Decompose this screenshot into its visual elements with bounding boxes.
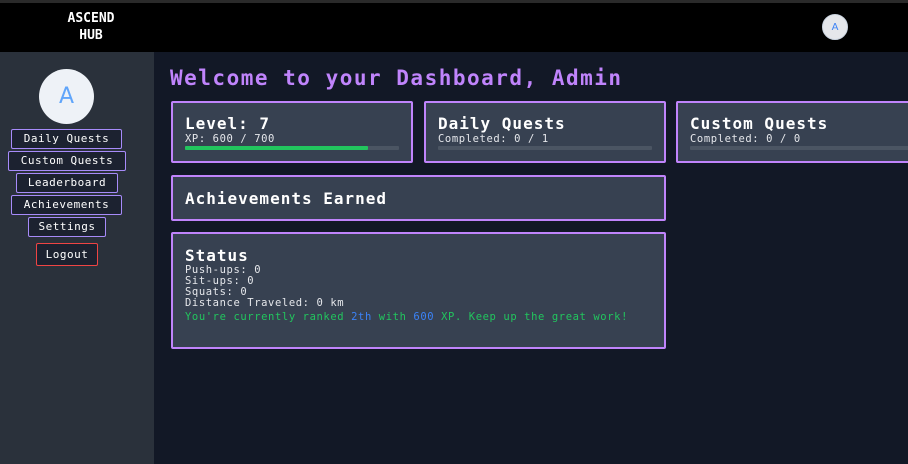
sidebar-item-daily-quests[interactable]: Daily Quests — [11, 129, 122, 149]
daily-quests-card: Daily Quests Completed: 0 / 1 — [424, 101, 666, 163]
rank-value: 2th — [351, 311, 372, 323]
custom-quests-title: Custom Quests — [690, 114, 829, 133]
daily-quests-progress-bar — [438, 146, 652, 150]
sidebar-avatar[interactable]: A — [39, 69, 94, 124]
status-card: Status Push-ups: 0 Sit-ups: 0 Squats: 0 … — [171, 232, 666, 349]
custom-quests-card: Custom Quests Completed: 0 / 0 — [676, 101, 908, 163]
logo-line-2: HUB — [79, 28, 103, 43]
custom-quests-progress-bar — [690, 146, 908, 150]
status-title: Status — [185, 246, 249, 265]
daily-quests-completed: Completed: 0 / 1 — [438, 133, 549, 145]
xp-progress-fill — [185, 146, 369, 150]
sidebar-item-custom-quests[interactable]: Custom Quests — [8, 151, 126, 171]
rank-message: You're currently ranked 2th with 600 XP.… — [185, 312, 655, 323]
level-card: Level: 7 XP: 600 / 700 — [171, 101, 413, 163]
app-logo[interactable]: ASCEND HUB — [58, 12, 124, 43]
logout-button[interactable]: Logout — [36, 243, 98, 266]
rank-suffix: XP. Keep up the great work! — [434, 311, 628, 323]
sidebar-item-leaderboard[interactable]: Leaderboard — [16, 173, 118, 193]
rank-xp-value: 600 — [413, 311, 435, 323]
logo-line-1: ASCEND — [67, 11, 115, 26]
status-stats: Push-ups: 0 Sit-ups: 0 Squats: 0 Distanc… — [185, 265, 344, 309]
xp-text: XP: 600 / 700 — [185, 133, 275, 145]
xp-progress-bar — [185, 146, 399, 150]
custom-quests-completed: Completed: 0 / 0 — [690, 133, 801, 145]
sidebar-item-settings[interactable]: Settings — [28, 217, 106, 237]
level-title: Level: 7 — [185, 114, 271, 133]
achievements-title: Achievements Earned — [185, 189, 388, 208]
top-bar: ASCEND HUB A — [0, 3, 908, 52]
daily-quests-title: Daily Quests — [438, 114, 566, 133]
sidebar-item-achievements[interactable]: Achievements — [11, 195, 122, 215]
page-title: Welcome to your Dashboard, Admin — [170, 66, 623, 90]
sidebar: A Daily Quests Custom Quests Leaderboard… — [0, 52, 154, 464]
rank-mid: with — [371, 311, 414, 323]
achievements-card: Achievements Earned — [171, 175, 666, 221]
header-avatar[interactable]: A — [822, 14, 848, 40]
rank-prefix: You're currently ranked — [185, 311, 352, 323]
distance-stat: Distance Traveled: 0 km — [185, 297, 345, 309]
